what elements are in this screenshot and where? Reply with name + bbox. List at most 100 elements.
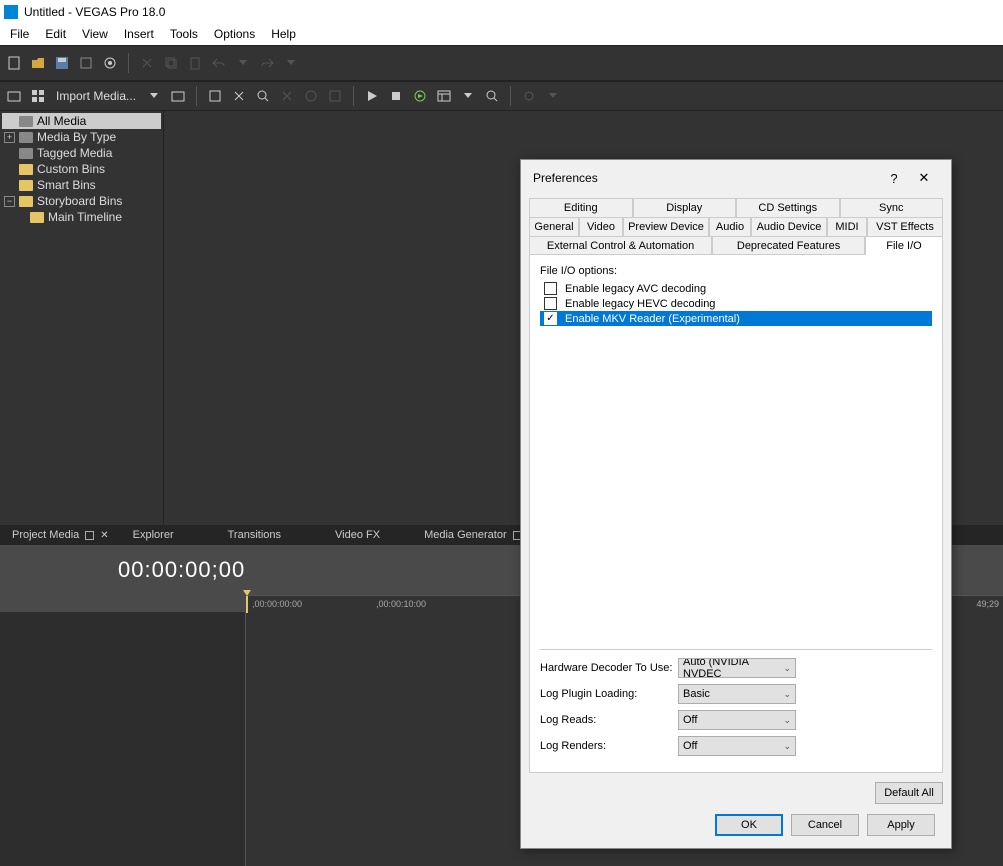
properties-icon[interactable] <box>100 53 120 73</box>
menu-options[interactable]: Options <box>206 25 263 43</box>
tab-general[interactable]: General <box>529 217 579 236</box>
tab-label: Explorer <box>133 529 174 541</box>
save-icon[interactable] <box>52 53 72 73</box>
log-renders-select[interactable]: Off ⌄ <box>678 736 796 756</box>
sidebar-label: Media By Type <box>37 130 116 144</box>
sidebar-item-smart-bins[interactable]: Smart Bins <box>2 177 161 193</box>
tab-explorer[interactable]: Explorer <box>121 529 186 541</box>
folder-icon <box>19 148 33 159</box>
maximize-icon[interactable] <box>85 531 94 540</box>
tab-video[interactable]: Video <box>579 217 623 236</box>
option-mkv-reader[interactable]: Enable MKV Reader (Experimental) <box>540 311 932 326</box>
copy-icon[interactable] <box>161 53 181 73</box>
undo-icon[interactable] <box>209 53 229 73</box>
remove-media-icon[interactable] <box>229 86 249 106</box>
menu-edit[interactable]: Edit <box>37 25 74 43</box>
expand-icon[interactable]: + <box>4 132 15 143</box>
refresh-icon[interactable] <box>519 86 539 106</box>
file-io-options-list: Enable legacy AVC decoding Enable legacy… <box>540 281 932 326</box>
dialog-header: Preferences ? ✕ <box>521 160 951 196</box>
project-media-icon[interactable] <box>4 86 24 106</box>
timecode-display[interactable]: 00:00:00;00 <box>0 557 245 583</box>
sidebar-item-custom-bins[interactable]: Custom Bins <box>2 161 161 177</box>
sidebar-item-storyboard-bins[interactable]: − Storyboard Bins <box>2 193 161 209</box>
default-all-button[interactable]: Default All <box>875 782 943 804</box>
cut-icon[interactable] <box>137 53 157 73</box>
tab-project-media[interactable]: Project Media ✕ <box>0 529 121 541</box>
option-label: Enable legacy HEVC decoding <box>565 298 715 310</box>
separator <box>510 86 511 106</box>
tab-cd-settings[interactable]: CD Settings <box>736 198 840 217</box>
tab-sync[interactable]: Sync <box>840 198 944 217</box>
menu-tools[interactable]: Tools <box>162 25 206 43</box>
paste-icon[interactable] <box>185 53 205 73</box>
folder-icon <box>19 180 33 191</box>
render-icon[interactable] <box>76 53 96 73</box>
menu-help[interactable]: Help <box>263 25 304 43</box>
media-fx-icon[interactable] <box>205 86 225 106</box>
apply-button[interactable]: Apply <box>867 814 935 836</box>
redo-dropdown-icon[interactable] <box>281 53 301 73</box>
log-reads-select[interactable]: Off ⌄ <box>678 710 796 730</box>
collapse-icon[interactable]: − <box>4 196 15 207</box>
option-legacy-hevc[interactable]: Enable legacy HEVC decoding <box>540 296 932 311</box>
import-media-button[interactable]: Import Media... <box>52 89 140 103</box>
ok-button[interactable]: OK <box>715 814 783 836</box>
checkbox[interactable] <box>544 312 557 325</box>
sidebar-item-media-by-type[interactable]: + Media By Type <box>2 129 161 145</box>
tab-label: Project Media <box>12 529 79 541</box>
auto-preview-icon[interactable] <box>410 86 430 106</box>
sidebar-item-all-media[interactable]: All Media <box>2 113 161 129</box>
sidebar-item-tagged-media[interactable]: Tagged Media <box>2 145 161 161</box>
remove-unused-icon[interactable] <box>277 86 297 106</box>
tab-transitions[interactable]: Transitions <box>216 529 293 541</box>
tab-editing[interactable]: Editing <box>529 198 633 217</box>
option-legacy-avc[interactable]: Enable legacy AVC decoding <box>540 281 932 296</box>
tab-external-control[interactable]: External Control & Automation <box>529 236 712 255</box>
section-label: File I/O options: <box>540 265 932 277</box>
sidebar-item-main-timeline[interactable]: Main Timeline <box>2 209 161 225</box>
tab-vst-effects[interactable]: VST Effects <box>867 217 943 236</box>
views-icon[interactable] <box>28 86 48 106</box>
stop-icon[interactable] <box>386 86 406 106</box>
new-project-icon[interactable] <box>4 53 24 73</box>
tab-deprecated[interactable]: Deprecated Features <box>712 236 865 255</box>
close-button[interactable]: ✕ <box>909 166 939 190</box>
tab-video-fx[interactable]: Video FX <box>323 529 392 541</box>
open-icon[interactable] <box>28 53 48 73</box>
window-titlebar: Untitled - VEGAS Pro 18.0 <box>0 0 1003 23</box>
tab-preview-device[interactable]: Preview Device <box>623 217 709 236</box>
tab-midi[interactable]: MIDI <box>827 217 867 236</box>
display-mode-icon[interactable] <box>434 86 454 106</box>
help-button[interactable]: ? <box>879 166 909 190</box>
playhead-icon[interactable] <box>246 596 248 613</box>
import-dropdown-icon[interactable] <box>144 86 164 106</box>
media-search-icon[interactable] <box>253 86 273 106</box>
media-properties-icon[interactable] <box>301 86 321 106</box>
preferences-dialog: Preferences ? ✕ Editing Display CD Setti… <box>520 159 952 849</box>
redo-icon[interactable] <box>257 53 277 73</box>
media-fx2-icon[interactable] <box>325 86 345 106</box>
play-icon[interactable] <box>362 86 382 106</box>
checkbox[interactable] <box>544 297 557 310</box>
undo-dropdown-icon[interactable] <box>233 53 253 73</box>
capture-icon[interactable] <box>168 86 188 106</box>
cancel-button[interactable]: Cancel <box>791 814 859 836</box>
menu-insert[interactable]: Insert <box>116 25 162 43</box>
tab-audio-device[interactable]: Audio Device <box>751 217 827 236</box>
refresh-dropdown-icon[interactable] <box>543 86 563 106</box>
tab-file-io[interactable]: File I/O <box>865 236 943 255</box>
tab-audio[interactable]: Audio <box>709 217 751 236</box>
tab-label: Transitions <box>228 529 281 541</box>
menu-view[interactable]: View <box>74 25 116 43</box>
close-icon[interactable]: ✕ <box>100 530 108 541</box>
menu-file[interactable]: File <box>2 25 37 43</box>
log-plugin-select[interactable]: Basic ⌄ <box>678 684 796 704</box>
chevron-down-icon: ⌄ <box>783 715 791 726</box>
hw-decoder-select[interactable]: Auto (NVIDIA NVDEC ⌄ <box>678 658 796 678</box>
zoom-icon[interactable] <box>482 86 502 106</box>
tab-display[interactable]: Display <box>633 198 737 217</box>
display-dropdown-icon[interactable] <box>458 86 478 106</box>
folder-icon <box>30 212 44 223</box>
checkbox[interactable] <box>544 282 557 295</box>
